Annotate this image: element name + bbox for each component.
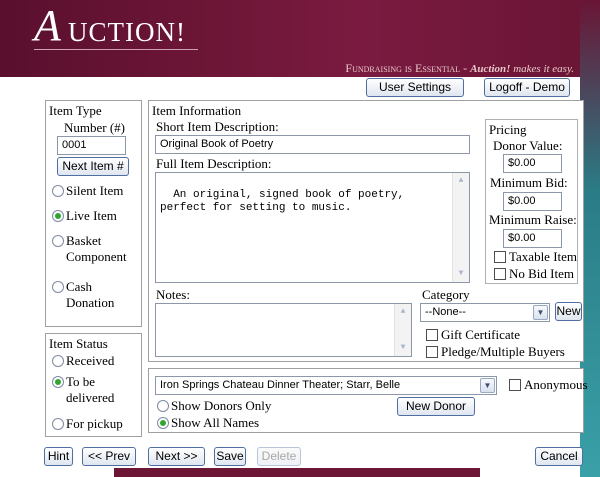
- delete-button[interactable]: Delete: [257, 447, 301, 466]
- minimum-bid-label: Minimum Bid:: [490, 175, 568, 190]
- item-type-basket-label-2: Component: [66, 249, 127, 264]
- donor-value-input[interactable]: $0.00: [503, 154, 562, 173]
- full-description-text: An original, signed book of poetry, perf…: [160, 189, 405, 214]
- logo-underline: [34, 49, 198, 50]
- chevron-down-icon: ▼: [480, 378, 495, 393]
- show-all-names-radio[interactable]: [157, 417, 169, 429]
- full-description-scrollbar[interactable]: ▲ ▼: [452, 173, 469, 282]
- status-to-be-delivered-label-2: delivered: [66, 390, 115, 405]
- notes-label: Notes:: [156, 287, 190, 302]
- taxable-item-label: Taxable Item: [509, 249, 578, 264]
- minimum-raise-input[interactable]: $0.00: [503, 229, 562, 248]
- gift-certificate-label: Gift Certificate: [441, 327, 521, 342]
- item-type-live-radio[interactable]: [52, 210, 64, 222]
- minimum-bid-input[interactable]: $0.00: [503, 192, 562, 211]
- show-donors-only-label: Show Donors Only: [171, 398, 272, 413]
- category-selected-value: --None--: [425, 306, 466, 318]
- logo-text: UCTION!: [68, 17, 186, 47]
- status-received-label: Received: [66, 353, 115, 368]
- hint-button[interactable]: Hint: [44, 447, 73, 466]
- tagline-brand: Auction!: [470, 63, 511, 75]
- notes-textarea[interactable]: ▲ ▼: [155, 303, 412, 357]
- item-type-title: Item Type: [49, 103, 102, 118]
- item-type-basket-radio[interactable]: [52, 235, 64, 247]
- notes-scrollbar[interactable]: ▲ ▼: [394, 304, 411, 356]
- tagline-suffix: makes it easy.: [510, 63, 574, 75]
- new-donor-button[interactable]: New Donor: [397, 397, 475, 416]
- full-description-textarea[interactable]: An original, signed book of poetry, perf…: [155, 172, 470, 283]
- status-for-pickup-label: For pickup: [66, 416, 123, 431]
- scroll-up-icon[interactable]: ▲: [453, 173, 469, 189]
- gift-certificate-checkbox[interactable]: [426, 329, 438, 341]
- status-for-pickup-radio[interactable]: [52, 418, 64, 430]
- chevron-down-icon: ▼: [533, 305, 548, 320]
- item-type-cash-label: Cash: [66, 279, 92, 294]
- item-type-silent-radio[interactable]: [52, 185, 64, 197]
- logo-initial: A: [34, 1, 61, 50]
- item-status-title: Item Status: [49, 336, 108, 351]
- item-type-cash-label-2: Donation: [66, 295, 115, 310]
- taxable-item-checkbox[interactable]: [494, 251, 506, 263]
- status-to-be-delivered-radio[interactable]: [52, 376, 64, 388]
- tagline: Fundraising is Essential - Auction! make…: [345, 61, 574, 76]
- item-number-input[interactable]: 0001: [57, 136, 126, 155]
- short-description-label: Short Item Description:: [156, 119, 279, 134]
- item-number-label: Number (#): [64, 120, 126, 135]
- pledge-multiple-buyers-checkbox[interactable]: [426, 346, 438, 358]
- pricing-title: Pricing: [489, 122, 527, 137]
- prev-button[interactable]: << Prev: [82, 447, 136, 466]
- scroll-up-icon[interactable]: ▲: [395, 304, 411, 320]
- pledge-multiple-buyers-label: Pledge/Multiple Buyers: [441, 344, 565, 359]
- no-bid-item-checkbox[interactable]: [494, 268, 506, 280]
- scroll-down-icon[interactable]: ▼: [395, 340, 411, 356]
- item-type-live-label: Live Item: [66, 208, 117, 223]
- show-donors-only-radio[interactable]: [157, 400, 169, 412]
- save-button[interactable]: Save: [214, 447, 246, 466]
- user-settings-button[interactable]: User Settings: [366, 78, 464, 97]
- item-type-basket-label: Basket: [66, 233, 102, 248]
- footer-accent-bar: [114, 468, 480, 477]
- donor-value-label: Donor Value:: [493, 138, 563, 153]
- new-category-button[interactable]: New: [555, 302, 582, 321]
- logoff-button[interactable]: Logoff - Demo: [484, 78, 570, 97]
- category-label: Category: [422, 287, 470, 302]
- next-item-number-button[interactable]: Next Item #: [57, 157, 129, 176]
- category-select[interactable]: --None-- ▼: [420, 303, 550, 322]
- item-type-cash-radio[interactable]: [52, 281, 64, 293]
- item-information-title: Item Information: [152, 103, 242, 118]
- status-to-be-delivered-label: To be: [66, 374, 96, 389]
- anonymous-checkbox[interactable]: [509, 379, 521, 391]
- scroll-down-icon[interactable]: ▼: [453, 266, 469, 282]
- cancel-button[interactable]: Cancel: [535, 447, 583, 466]
- donor-select[interactable]: Iron Springs Chateau Dinner Theater; Sta…: [155, 376, 497, 395]
- tagline-prefix: Fundraising is Essential -: [345, 61, 471, 75]
- show-all-names-label: Show All Names: [171, 415, 260, 430]
- no-bid-item-label: No Bid Item: [509, 266, 574, 281]
- next-button[interactable]: Next >>: [148, 447, 205, 466]
- short-description-input[interactable]: Original Book of Poetry: [155, 135, 470, 154]
- minimum-raise-label: Minimum Raise:: [489, 212, 577, 227]
- donor-selected-value: Iron Springs Chateau Dinner Theater; Sta…: [160, 379, 401, 391]
- status-received-radio[interactable]: [52, 355, 64, 367]
- anonymous-label: Anonymous: [524, 377, 588, 392]
- item-type-silent-label: Silent Item: [66, 183, 124, 198]
- full-description-label: Full Item Description:: [156, 156, 272, 171]
